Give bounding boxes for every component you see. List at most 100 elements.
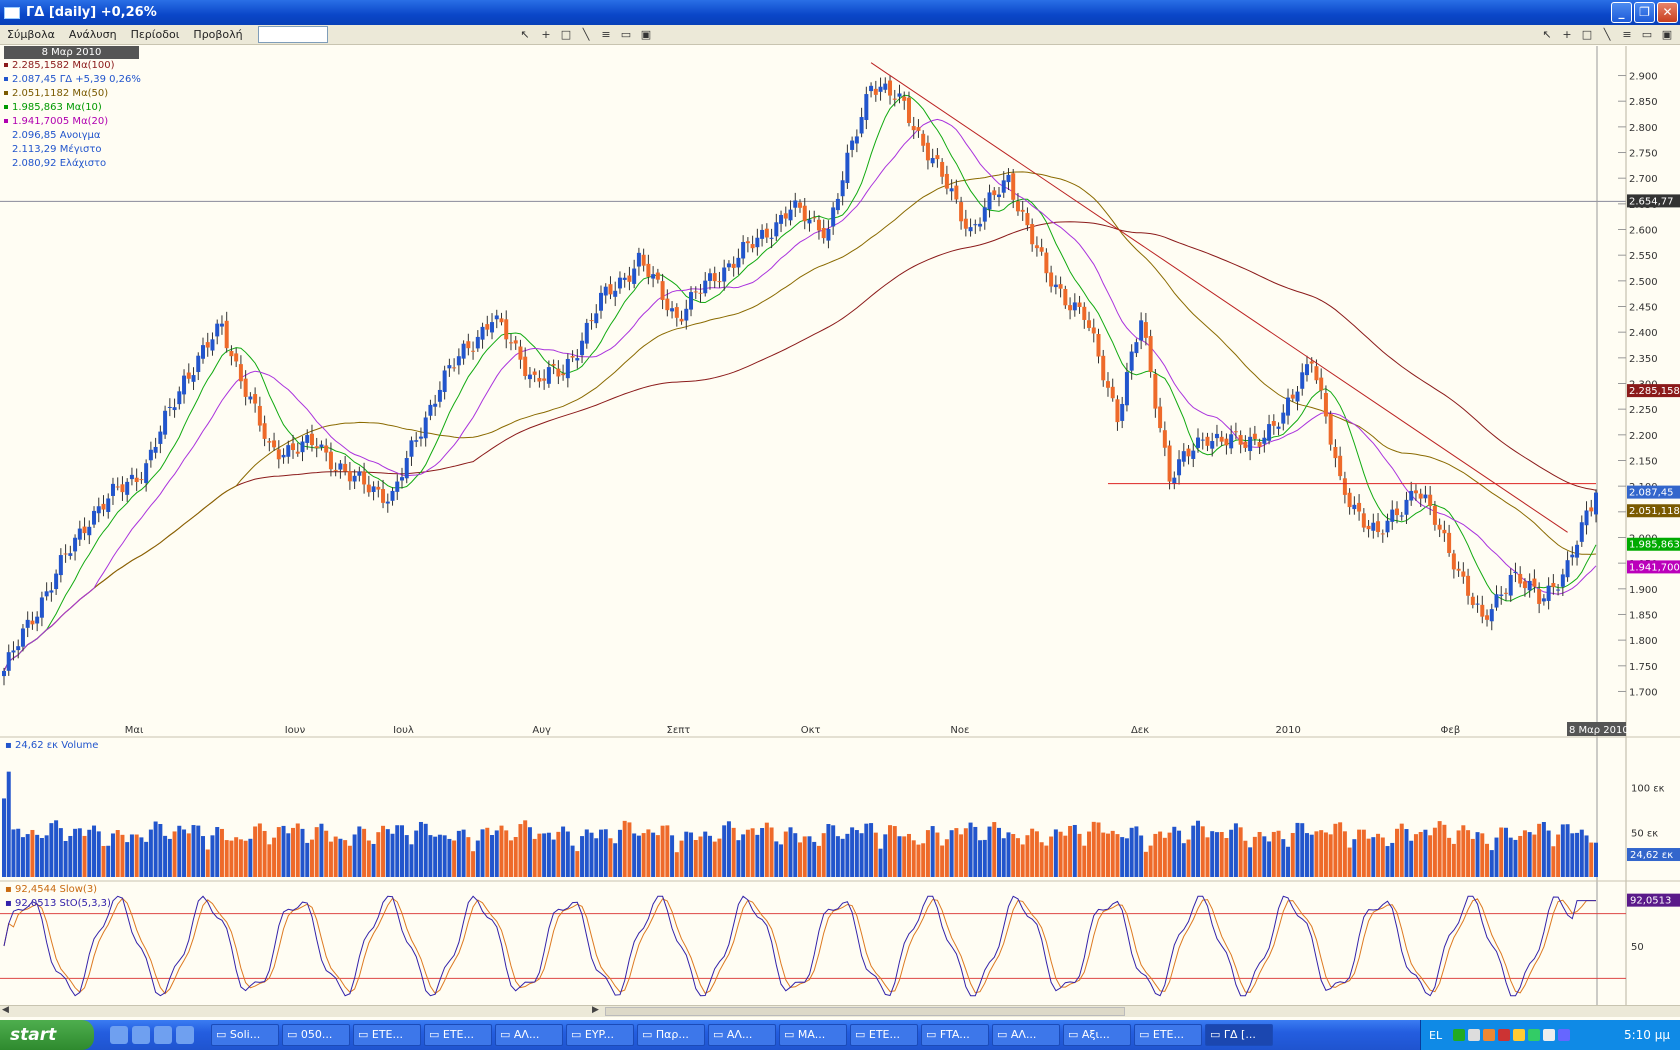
taskbar-task[interactable]: ▭ 050... xyxy=(282,1024,350,1046)
volume-bar xyxy=(158,823,163,877)
candle-body xyxy=(1139,320,1144,341)
menu-periods[interactable]: Περίοδοι xyxy=(124,28,187,41)
volume-legend: ▪ 24,62 εκ Volume xyxy=(5,740,99,751)
volume-tray-icon[interactable] xyxy=(1543,1029,1556,1041)
pointer-tool-icon-2[interactable]: ↖ xyxy=(1540,27,1554,42)
candle-body xyxy=(594,313,599,324)
menu-symbols[interactable]: Σύμβολα xyxy=(0,28,62,41)
volume-tick-label: 50 εκ xyxy=(1631,828,1658,839)
taskbar-task[interactable]: ▭ ETE... xyxy=(1134,1024,1202,1046)
taskbar-task[interactable]: ▭ Αξι... xyxy=(1063,1024,1131,1046)
candle-body xyxy=(944,173,949,189)
taskbar-task[interactable]: ▭ Παρ... xyxy=(637,1024,705,1046)
menu-view[interactable]: Προβολή xyxy=(186,28,249,41)
legend-text: 1.985,863 Mα(10) xyxy=(12,102,102,113)
candle-body xyxy=(163,410,168,435)
candle-body xyxy=(1020,209,1025,212)
volume-bar xyxy=(456,830,461,877)
scrollbar-thumb[interactable] xyxy=(605,1007,1125,1016)
volume-bar xyxy=(1338,822,1343,877)
candle-body xyxy=(433,403,438,407)
volume-bar xyxy=(376,832,381,877)
taskbar-task[interactable]: ▭ ETE... xyxy=(850,1024,918,1046)
channel-tool-icon-2[interactable]: ≡ xyxy=(1620,27,1634,42)
volume-bar xyxy=(1281,839,1286,877)
taskbar-task[interactable]: ▭ ETE... xyxy=(353,1024,421,1046)
network-tray-icon[interactable] xyxy=(1453,1029,1466,1041)
crosshair-tool-icon[interactable]: + xyxy=(539,27,553,42)
volume-bar xyxy=(134,834,139,877)
candle-body xyxy=(1200,439,1205,441)
antivirus-tray-icon[interactable] xyxy=(1483,1029,1496,1041)
scroll-left-arrow[interactable]: ◀ xyxy=(2,1005,9,1015)
volume-bar xyxy=(1153,833,1158,877)
close-button[interactable]: ✕ xyxy=(1657,2,1678,23)
candle-body xyxy=(362,471,367,485)
candle-body xyxy=(267,441,272,443)
taskbar-task[interactable]: ▭ ΓΔ [... xyxy=(1205,1024,1273,1046)
printer-tray-icon[interactable] xyxy=(1468,1029,1481,1041)
taskbar-task[interactable]: ▭ ΑΛ... xyxy=(495,1024,563,1046)
volume-bar xyxy=(414,830,419,877)
horizontal-scrollbar[interactable]: ◀ ▶ xyxy=(0,1005,1680,1017)
price-chart[interactable]: 2.9002.8502.8002.7502.7002.6502.6002.550… xyxy=(0,46,1680,1006)
symbol-input[interactable] xyxy=(257,26,328,43)
volume-bar xyxy=(92,825,97,877)
candle-body xyxy=(1518,573,1523,584)
candle-body xyxy=(1233,431,1238,433)
pointer-tool-icon[interactable]: ↖ xyxy=(518,27,532,42)
refresh-quicklaunch-icon[interactable] xyxy=(176,1026,194,1044)
ie-quicklaunch-icon[interactable] xyxy=(110,1026,128,1044)
save-icon-2[interactable]: ▣ xyxy=(1660,27,1674,42)
menu-analysis[interactable]: Ανάλυση xyxy=(62,28,124,41)
candle-body xyxy=(96,506,101,514)
taskbar-task[interactable]: ▭ MA... xyxy=(779,1024,847,1046)
update-tray-icon[interactable] xyxy=(1528,1029,1541,1041)
taskbar-task[interactable]: ▭ Soli... xyxy=(211,1024,279,1046)
save-icon[interactable]: ▣ xyxy=(639,27,653,42)
scroll-right-arrow[interactable]: ▶ xyxy=(592,1005,599,1015)
candle-body xyxy=(1589,507,1594,512)
language-indicator[interactable]: EL xyxy=(1421,1029,1450,1042)
line-tool-icon[interactable]: ╲ xyxy=(579,27,593,42)
chart-tool-icon-2[interactable]: ▭ xyxy=(1640,27,1654,42)
candle-body xyxy=(1395,508,1399,516)
volume-bar xyxy=(750,828,755,877)
desktop-quicklaunch-icon[interactable] xyxy=(154,1026,172,1044)
maximize-button[interactable]: ❐ xyxy=(1634,2,1655,23)
chart-tool-icon[interactable]: ▭ xyxy=(619,27,633,42)
volume-bar xyxy=(1172,826,1177,877)
channel-tool-icon[interactable]: ≡ xyxy=(599,27,613,42)
rectangle-tool-icon-2[interactable]: □ xyxy=(1580,27,1594,42)
taskbar-task[interactable]: ▭ ETE... xyxy=(424,1024,492,1046)
volume-bar xyxy=(617,829,622,877)
start-button[interactable]: start xyxy=(0,1020,94,1050)
taskbar-task[interactable]: ▭ FTA... xyxy=(921,1024,989,1046)
volume-bar xyxy=(20,837,25,877)
volume-bar xyxy=(712,841,717,877)
candle-body xyxy=(1413,490,1418,494)
security-tray-icon[interactable] xyxy=(1498,1029,1511,1041)
minimize-button[interactable]: _ xyxy=(1611,2,1632,23)
taskbar-task[interactable]: ▭ EYP... xyxy=(566,1024,634,1046)
taskbar-task[interactable]: ▭ ΑΛ... xyxy=(708,1024,776,1046)
taskbar: start ▭ Soli... ▭ 050... ▭ ETE... ▭ ETE... ▭… xyxy=(0,1020,1680,1050)
candle-body xyxy=(1309,361,1314,364)
volume-bar xyxy=(1432,827,1437,877)
candle-body xyxy=(670,308,675,312)
price-tick-label: 2.600 xyxy=(1629,226,1658,237)
warning-tray-icon[interactable] xyxy=(1513,1029,1526,1041)
outlook-quicklaunch-icon[interactable] xyxy=(132,1026,150,1044)
candle-body xyxy=(49,590,54,593)
rectangle-tool-icon[interactable]: □ xyxy=(559,27,573,42)
taskbar-task[interactable]: ▭ ΑΛ... xyxy=(992,1024,1060,1046)
crosshair-tool-icon-2[interactable]: + xyxy=(1560,27,1574,42)
line-tool-icon-2[interactable]: ╲ xyxy=(1600,27,1614,42)
candle-body xyxy=(1456,568,1461,571)
candle-body xyxy=(1105,381,1110,388)
candle-body xyxy=(655,272,660,280)
volume-bar xyxy=(788,827,793,877)
messenger-tray-icon[interactable] xyxy=(1558,1029,1571,1041)
stoch-legend-text: 92,0513 StO(5,3,3) xyxy=(14,898,111,909)
price-tick-label: 2.400 xyxy=(1629,328,1658,339)
